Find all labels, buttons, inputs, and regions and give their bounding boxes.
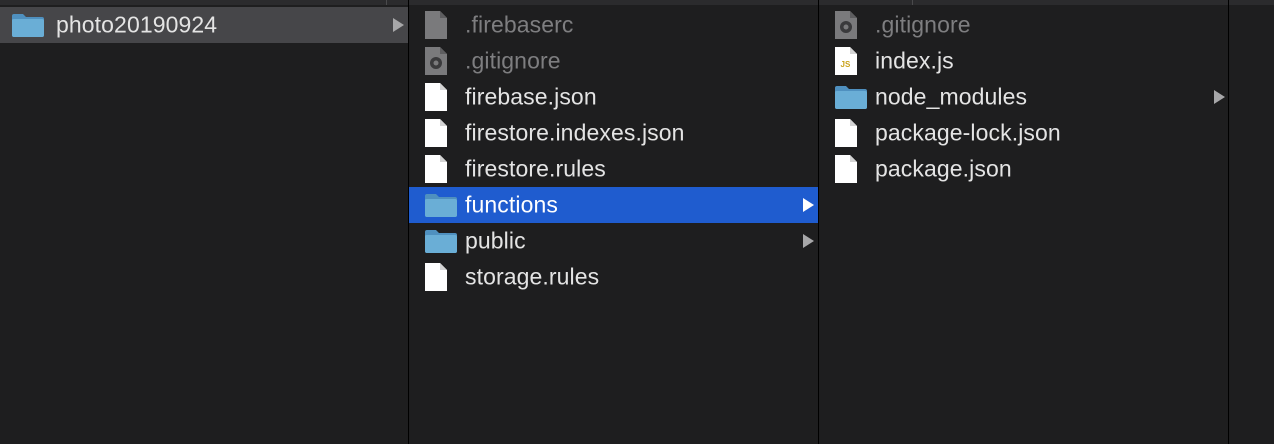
file-icon — [425, 83, 447, 111]
item-label: node_modules — [875, 83, 1028, 110]
list-item[interactable]: functions — [409, 187, 819, 223]
item-label: index.js — [875, 47, 954, 74]
item-label: photo20190924 — [56, 11, 218, 38]
list-item[interactable]: .gitignore — [819, 7, 1229, 43]
column-4[interactable] — [1229, 0, 1274, 444]
list-item[interactable]: storage.rules — [409, 259, 819, 295]
svg-text:JS: JS — [841, 60, 852, 69]
disclosure-arrow-icon — [803, 198, 814, 212]
folder-icon — [425, 230, 457, 253]
list-item[interactable]: firestore.indexes.json — [409, 115, 819, 151]
list-item[interactable]: JS index.js — [819, 43, 1229, 79]
column-1[interactable]: photo20190924 — [0, 0, 409, 444]
item-label: firebase.json — [465, 83, 597, 110]
item-label: functions — [465, 191, 558, 218]
folder-icon — [425, 194, 457, 217]
item-label: firestore.rules — [465, 155, 606, 182]
item-label: package-lock.json — [875, 119, 1061, 146]
item-label: storage.rules — [465, 263, 600, 290]
item-label: .gitignore — [875, 11, 971, 38]
list-item[interactable]: firestore.rules — [409, 151, 819, 187]
list-item[interactable]: node_modules — [819, 79, 1229, 115]
file-icon — [835, 155, 857, 183]
list-item[interactable]: .gitignore — [409, 43, 819, 79]
item-label: .firebaserc — [465, 11, 574, 38]
folder-icon — [835, 86, 867, 109]
item-label: firestore.indexes.json — [465, 119, 685, 146]
disclosure-arrow-icon — [393, 18, 404, 32]
column-3[interactable]: .gitignore JS index.js node_modules pack… — [819, 0, 1229, 444]
item-label: .gitignore — [465, 47, 561, 74]
list-item[interactable]: public — [409, 223, 819, 259]
javascript-file-icon: JS — [835, 47, 857, 75]
gear-file-icon — [425, 47, 447, 75]
list-item[interactable]: package-lock.json — [819, 115, 1229, 151]
file-icon — [835, 119, 857, 147]
file-icon — [425, 263, 447, 291]
column-2[interactable]: .firebaserc .gitignore firebase.json fir… — [409, 0, 819, 444]
file-icon — [425, 11, 447, 39]
list-item[interactable]: .firebaserc — [409, 7, 819, 43]
disclosure-arrow-icon — [803, 234, 814, 248]
file-icon — [425, 155, 447, 183]
file-icon — [425, 119, 447, 147]
column-browser: photo20190924 .firebaserc .gitignore fir… — [0, 0, 1274, 444]
list-item[interactable]: firebase.json — [409, 79, 819, 115]
list-item[interactable]: package.json — [819, 151, 1229, 187]
list-item[interactable]: photo20190924 — [0, 7, 409, 43]
disclosure-arrow-icon — [1214, 90, 1225, 104]
folder-icon — [12, 14, 44, 37]
item-label: public — [465, 227, 526, 254]
item-label: package.json — [875, 155, 1012, 182]
gear-file-icon — [835, 11, 857, 39]
